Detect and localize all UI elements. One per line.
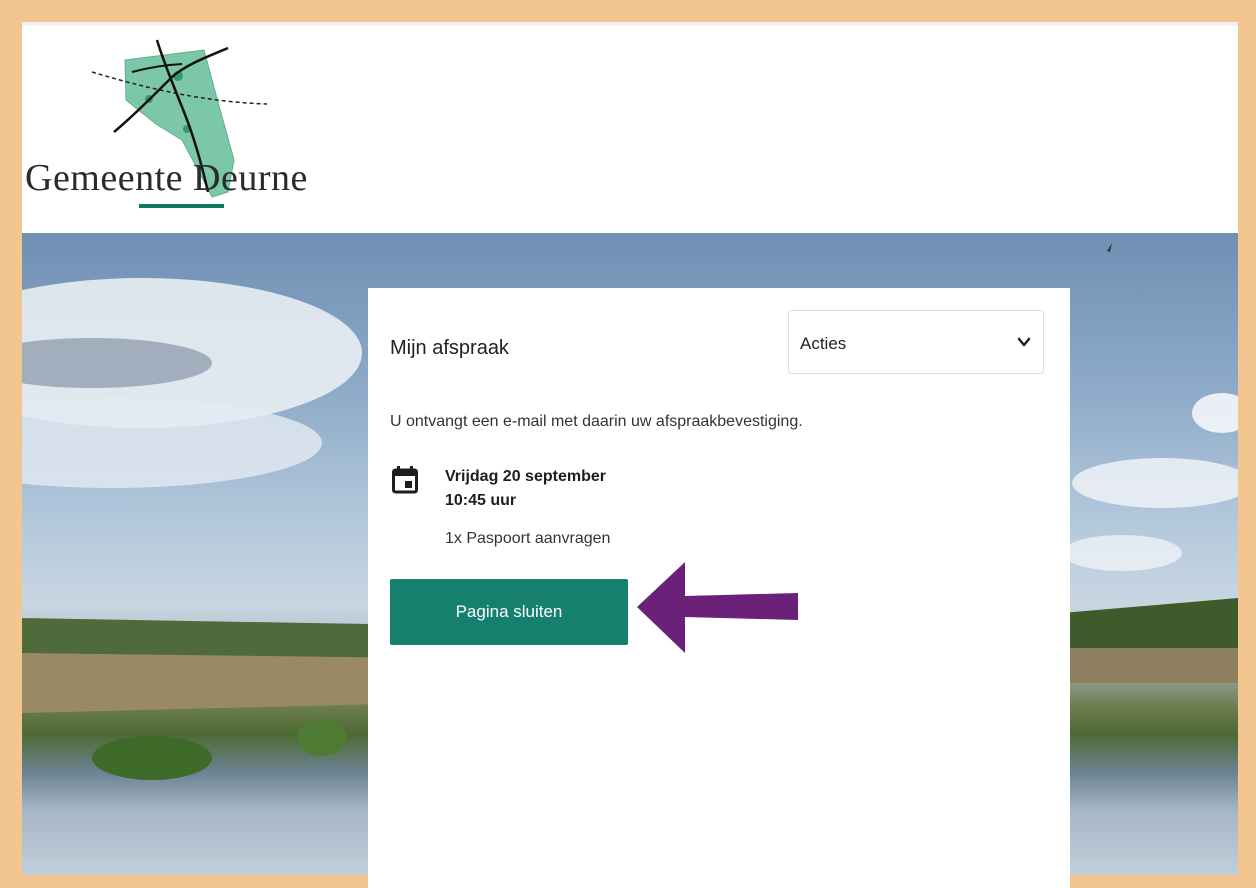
chevron-down-icon [1017,337,1031,347]
annotation-arrow-icon [637,562,798,653]
calendar-icon [392,466,418,494]
confirmation-message: U ontvangt een e-mail met daarin uw afsp… [390,413,803,430]
appointment-service: 1x Paspoort aanvragen [445,530,611,547]
card-title: Mijn afspraak [390,337,509,359]
actions-select-value: Acties [800,334,847,353]
actions-select[interactable]: Acties [788,310,1044,374]
close-page-button[interactable]: Pagina sluiten [390,579,628,645]
appointment-time: 10:45 uur [445,492,517,509]
appointment-date: Vrijdag 20 september [445,468,606,485]
municipality-logo[interactable]: Gemeente Deurne [22,32,352,222]
logo-text: Gemeente Deurne [25,157,308,199]
site-header: Gemeente Deurne [22,26,1238,233]
logo-underline [139,204,224,208]
